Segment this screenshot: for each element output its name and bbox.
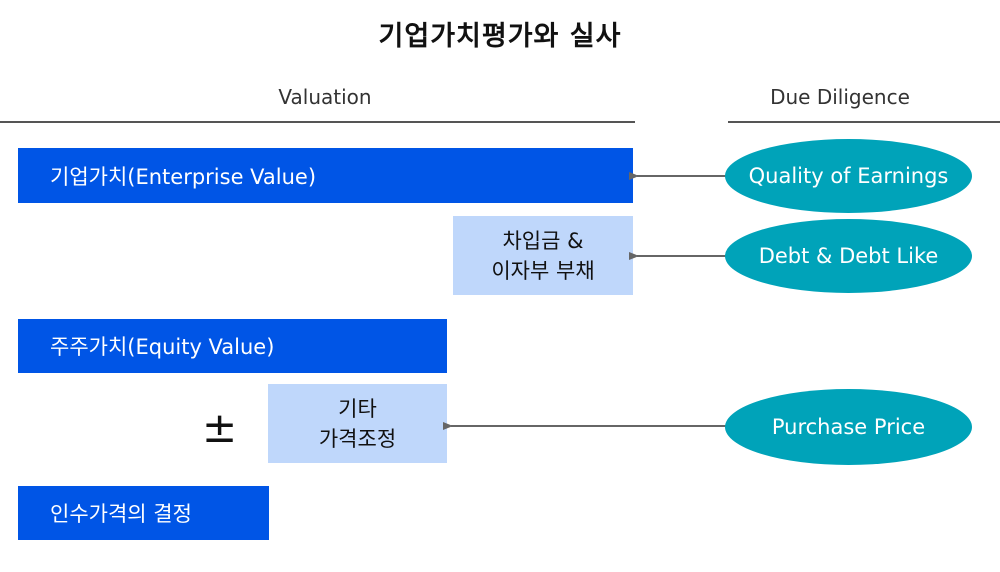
debt-like-ellipse: Debt & Debt Like: [725, 219, 972, 293]
quality-of-earnings-label: Quality of Earnings: [748, 164, 949, 188]
quality-of-earnings-ellipse: Quality of Earnings: [725, 139, 972, 213]
purchase-price-label: Purchase Price: [771, 415, 926, 439]
purchase-price-ellipse: Purchase Price: [725, 389, 972, 465]
debt-like-label: Debt & Debt Like: [758, 244, 939, 268]
